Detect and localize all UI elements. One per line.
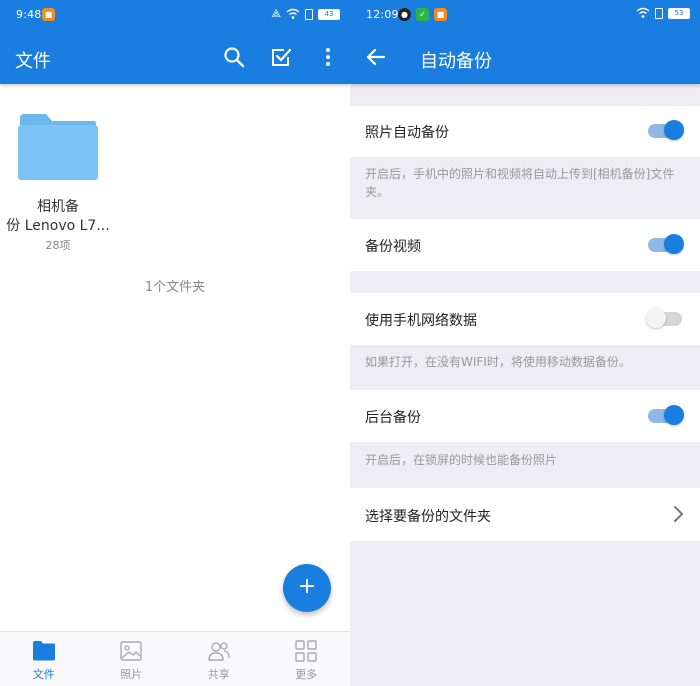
status-time: 12:09 — [366, 8, 399, 21]
photo-backup-toggle[interactable] — [648, 120, 684, 140]
add-button[interactable]: + — [283, 564, 331, 612]
app-bar: 文件 — [0, 30, 350, 84]
nav-files[interactable]: 文件 — [0, 632, 88, 686]
folder-icon[interactable] — [18, 112, 98, 180]
wifi-icon — [636, 7, 650, 18]
select-checkbox-icon[interactable] — [269, 45, 293, 69]
background-backup-description: 开启后，在锁屏的时候也能备份照片 — [365, 453, 558, 467]
folder-item-count: 28项 — [45, 239, 71, 252]
video-backup-toggle[interactable] — [648, 234, 684, 254]
sim-icon — [655, 7, 663, 19]
status-time: 9:48 — [16, 8, 42, 21]
mobile-data-toggle[interactable] — [646, 308, 682, 328]
status-bar: 9:48 ■ ⟁ 43 — [0, 0, 350, 30]
nav-photos-label: 照片 — [120, 668, 143, 681]
mobile-data-description: 如果打开，在没有WIFI时，将使用移动数据备份。 — [365, 355, 631, 369]
toggle-knob — [664, 120, 684, 140]
video-backup-label: 备份视频 — [365, 239, 421, 255]
mobile-data-row[interactable]: 使用手机网络数据 — [350, 293, 700, 345]
status-icons: 53 — [636, 7, 690, 19]
notification-app-icon: ■ — [42, 8, 55, 21]
image-icon — [120, 641, 142, 661]
sim-icon — [305, 8, 313, 20]
toggle-knob — [664, 234, 684, 254]
background-backup-row[interactable]: 后台备份 — [350, 390, 700, 442]
photo-backup-description: 开启后，手机中的照片和视频将自动上传到[相机备份]文件夹。 — [365, 167, 675, 199]
nav-more[interactable]: 更多 — [263, 632, 351, 686]
nfc-icon: ⟁ — [271, 7, 281, 20]
folder-name-line2: 份 Lenovo L7... — [6, 218, 110, 234]
search-icon[interactable] — [222, 45, 246, 69]
background-backup-toggle[interactable] — [648, 405, 684, 425]
chevron-right-icon — [674, 506, 683, 522]
status-icons: ⟁ 43 — [271, 7, 340, 21]
toggle-knob — [664, 405, 684, 425]
choose-folder-row[interactable]: 选择要备份的文件夹 — [350, 488, 700, 541]
video-backup-row[interactable]: 备份视频 — [350, 219, 700, 271]
folder-summary: 1个文件夹 — [144, 280, 206, 295]
folder-name[interactable]: 相机备 份 Lenovo L7... — [0, 198, 116, 236]
shield-icon: ✓ — [416, 8, 429, 21]
more-vertical-icon[interactable] — [316, 45, 340, 69]
photo-backup-label: 照片自动备份 — [365, 125, 449, 141]
nav-more-label: 更多 — [295, 668, 318, 681]
status-bar: 12:09 ● ✓ ■ 53 — [350, 0, 700, 30]
page-title: 自动备份 — [420, 51, 492, 72]
choose-folder-label: 选择要备份的文件夹 — [365, 509, 491, 525]
mobile-data-label: 使用手机网络数据 — [365, 313, 477, 329]
people-icon — [208, 642, 230, 661]
folder-icon — [32, 641, 55, 661]
nav-files-label: 文件 — [32, 668, 55, 681]
notification-app-icon: ■ — [434, 8, 447, 21]
app-bar: 自动备份 — [350, 30, 700, 84]
background-backup-label: 后台备份 — [365, 410, 421, 426]
qq-icon: ● — [398, 8, 411, 21]
toggle-knob — [646, 308, 666, 328]
back-arrow-icon[interactable] — [364, 45, 388, 69]
battery-icon: 43 — [318, 8, 340, 20]
nav-share[interactable]: 共享 — [175, 632, 263, 686]
files-screen: 9:48 ■ ⟁ 43 文件 相机备 份 Lenovo L7... 28项 1个… — [0, 0, 350, 686]
grid-icon — [295, 640, 317, 662]
bottom-nav: 文件 照片 共享 更多 — [0, 631, 350, 686]
nav-share-label: 共享 — [207, 668, 230, 681]
folder-name-line1: 相机备 — [37, 199, 79, 215]
auto-backup-screen: 12:09 ● ✓ ■ 53 自动备份 照片自动备份 开启后，手机中的照片和视频… — [350, 0, 700, 686]
page-title: 文件 — [15, 51, 51, 72]
photo-backup-row[interactable]: 照片自动备份 — [350, 106, 700, 157]
nav-photos[interactable]: 照片 — [88, 632, 176, 686]
battery-icon: 53 — [668, 7, 690, 19]
wifi-icon — [286, 8, 300, 19]
